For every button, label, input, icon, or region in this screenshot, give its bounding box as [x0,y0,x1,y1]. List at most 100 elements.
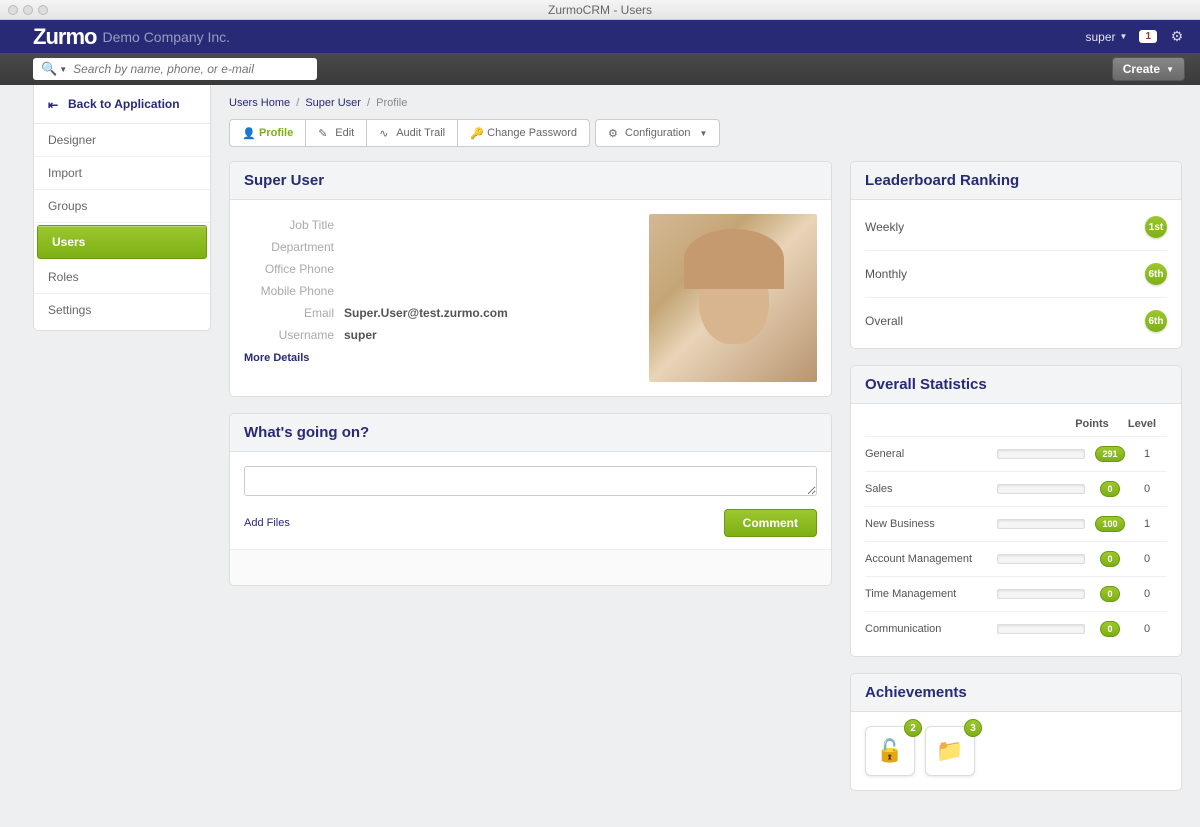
level-value: 0 [1127,588,1167,600]
back-icon: ⇤ [48,98,60,110]
username-label: Username [244,328,334,342]
admin-sidebar: ⇤ Back to Application Designer Import Gr… [33,85,211,331]
job-title-label: Job Title [244,218,334,232]
caret-down-icon: ▼ [699,129,707,138]
progress-bar [997,624,1085,634]
company-name: Demo Company Inc. [102,29,230,45]
progress-bar [997,519,1085,529]
caret-down-icon: ▼ [1166,65,1174,74]
create-button[interactable]: Create ▼ [1112,57,1185,81]
progress-bar [997,589,1085,599]
rank-badge: 6th [1145,263,1167,285]
username-value: super [344,328,377,342]
gear-icon: ⚙ [608,127,620,139]
back-label: Back to Application [68,97,180,111]
window-titlebar: ZurmoCRM - Users [0,0,1200,20]
level-header: Level [1117,418,1167,430]
office-phone-label: Office Phone [244,262,334,276]
tab-change-password[interactable]: 🔑 Change Password [457,119,590,147]
sidebar-item-groups[interactable]: Groups [34,190,210,223]
breadcrumb-users-home[interactable]: Users Home [229,97,290,109]
achievements-title: Achievements [851,674,1181,712]
sidebar-item-roles[interactable]: Roles [34,261,210,294]
feed-title: What's going on? [230,414,831,452]
tab-configuration[interactable]: ⚙ Configuration ▼ [595,119,720,147]
progress-bar [997,554,1085,564]
stat-row: General 291 1 [865,437,1167,472]
more-details-link[interactable]: More Details [244,352,629,364]
stat-row: Communication 0 0 [865,612,1167,646]
stat-row: New Business 100 1 [865,507,1167,542]
comment-button[interactable]: Comment [724,509,817,537]
stat-row: Sales 0 0 [865,472,1167,507]
rank-row-overall: Overall 6th [865,298,1167,344]
tab-edit[interactable]: ✎ Edit [305,119,367,147]
back-to-application-link[interactable]: ⇤ Back to Application [34,85,210,124]
stat-row: Account Management 0 0 [865,542,1167,577]
caret-down-icon: ▼ [1120,32,1128,41]
app-logo[interactable]: Zurmo [33,24,96,50]
gear-icon[interactable]: ⚙ [1169,29,1185,45]
points-pill: 100 [1095,516,1124,532]
points-pill: 0 [1100,551,1119,567]
search-input[interactable] [73,62,309,76]
achievement-count-badge: 3 [964,719,982,737]
achievement-card[interactable]: 2 🔓 [865,726,915,776]
profile-panel-title: Super User [230,162,831,200]
rank-row-weekly: Weekly 1st [865,204,1167,251]
leaderboard-panel: Leaderboard Ranking Weekly 1st Monthly 6… [850,161,1182,349]
rank-row-monthly: Monthly 6th [865,251,1167,298]
mobile-phone-label: Mobile Phone [244,284,334,298]
person-icon: 👤 [242,127,254,139]
sidebar-item-users[interactable]: Users [37,225,207,259]
search-dropdown-caret-icon[interactable]: ▼ [59,65,67,74]
top-nav: Zurmo Demo Company Inc. super ▼ 1 ⚙ [0,20,1200,53]
achievement-count-badge: 2 [904,719,922,737]
profile-panel: Super User Job Title Department [229,161,832,397]
rank-label: Overall [865,314,903,328]
pencil-icon: ✎ [318,127,330,139]
stats-title: Overall Statistics [851,366,1181,404]
create-button-label: Create [1123,62,1160,76]
achievements-panel: Achievements 2 🔓 3 📁 [850,673,1182,791]
stats-panel: Overall Statistics Points Level General … [850,365,1182,657]
progress-bar [997,484,1085,494]
lock-icon: 🔓 [876,738,903,764]
activity-feed-panel: What's going on? Add Files Comment [229,413,832,586]
sidebar-item-designer[interactable]: Designer [34,124,210,157]
points-pill: 0 [1100,586,1119,602]
search-wrap[interactable]: 🔍 ▼ [33,58,317,80]
achievement-card[interactable]: 3 📁 [925,726,975,776]
breadcrumb: Users Home / Super User / Profile [229,97,1182,109]
sidebar-item-import[interactable]: Import [34,157,210,190]
user-menu[interactable]: super ▼ [1085,30,1127,44]
breadcrumb-current: Profile [376,97,407,109]
notification-badge[interactable]: 1 [1139,30,1157,43]
tab-audit-trail[interactable]: ∿ Audit Trail [366,119,458,147]
user-tabs: 👤 Profile ✎ Edit ∿ Audit Trail 🔑 Change … [229,119,1182,147]
points-pill: 0 [1100,621,1119,637]
add-files-link[interactable]: Add Files [244,517,290,529]
stat-row: Time Management 0 0 [865,577,1167,612]
user-avatar [649,214,817,382]
leaderboard-title: Leaderboard Ranking [851,162,1181,200]
rank-badge: 6th [1145,310,1167,332]
user-menu-label: super [1085,30,1115,44]
rank-label: Weekly [865,220,904,234]
breadcrumb-super-user[interactable]: Super User [305,97,361,109]
window-title: ZurmoCRM - Users [548,3,652,17]
window-controls[interactable] [8,5,48,15]
audit-icon: ∿ [379,127,391,139]
stats-header-row: Points Level [865,408,1167,437]
progress-bar [997,449,1085,459]
folder-icon: 📁 [936,738,963,764]
level-value: 1 [1127,518,1167,530]
points-pill: 0 [1100,481,1119,497]
tab-profile[interactable]: 👤 Profile [229,119,306,147]
sidebar-item-settings[interactable]: Settings [34,294,210,326]
feed-textarea[interactable] [244,466,817,496]
level-value: 1 [1127,448,1167,460]
feed-footer [230,549,831,585]
rank-badge: 1st [1145,216,1167,238]
level-value: 0 [1127,483,1167,495]
